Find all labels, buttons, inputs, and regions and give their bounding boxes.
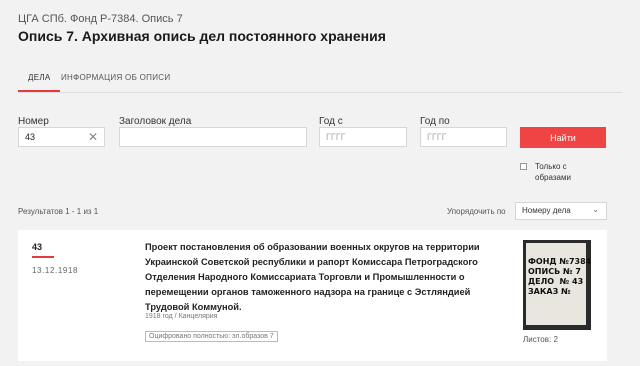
record-number-underline — [32, 256, 54, 258]
tab-bar: ДЕЛА ИНФОРМАЦИЯ ОБ ОПИСИ — [18, 66, 622, 93]
with-images-label: Только с образами — [535, 162, 571, 182]
sort-select-value: Номеру дела — [522, 206, 571, 215]
with-images-checkbox[interactable] — [520, 163, 527, 170]
year-from-input[interactable] — [319, 127, 407, 147]
sheet-count: Листов: 2 — [523, 335, 558, 344]
record-title[interactable]: Проект постановления об образовании воен… — [145, 240, 505, 315]
search-button[interactable]: Найти — [520, 127, 606, 148]
number-label: Номер — [18, 116, 49, 127]
record-thumbnail[interactable]: ФОНД №7384 ОПИСЬ № 7 ДЕЛО № 43 ЗАКАЗ № — [523, 240, 591, 330]
record-card[interactable]: 43 13.12.1918 Проект постановления об об… — [18, 230, 607, 361]
thumbnail-paper: ФОНД №7384 ОПИСЬ № 7 ДЕЛО № 43 ЗАКАЗ № — [526, 243, 591, 325]
chevron-down-icon: ⌄ — [592, 205, 599, 214]
year-from-label: Год с — [319, 116, 343, 127]
sort-select[interactable]: Номеру дела ⌄ — [515, 202, 607, 220]
active-tab-indicator — [18, 90, 60, 92]
results-count: Результатов 1 - 1 из 1 — [18, 207, 99, 216]
case-title-input[interactable] — [119, 127, 307, 147]
page-title: Опись 7. Архивная опись дел постоянного … — [18, 28, 386, 44]
record-number[interactable]: 43 — [32, 242, 42, 252]
year-to-input[interactable] — [420, 127, 507, 147]
digitized-badge: Оцифровано полностью: эл.образов 7 — [145, 331, 278, 342]
sort-label: Упорядочить по — [447, 207, 506, 216]
record-meta: 1918 год / Канцелярия — [145, 313, 218, 320]
year-to-label: Год по — [420, 116, 450, 127]
clear-icon[interactable]: ✕ — [88, 130, 98, 144]
thumbnail-label: ФОНД №7384 ОПИСЬ № 7 ДЕЛО № 43 ЗАКАЗ № — [528, 257, 591, 296]
record-date: 13.12.1918 — [32, 266, 79, 275]
breadcrumb: ЦГА СПб. Фонд Р-7384. Опись 7 — [18, 13, 183, 25]
case-title-label: Заголовок дела — [119, 116, 192, 127]
tab-cases[interactable]: ДЕЛА — [28, 73, 51, 82]
tab-inventory-info[interactable]: ИНФОРМАЦИЯ ОБ ОПИСИ — [61, 73, 170, 82]
